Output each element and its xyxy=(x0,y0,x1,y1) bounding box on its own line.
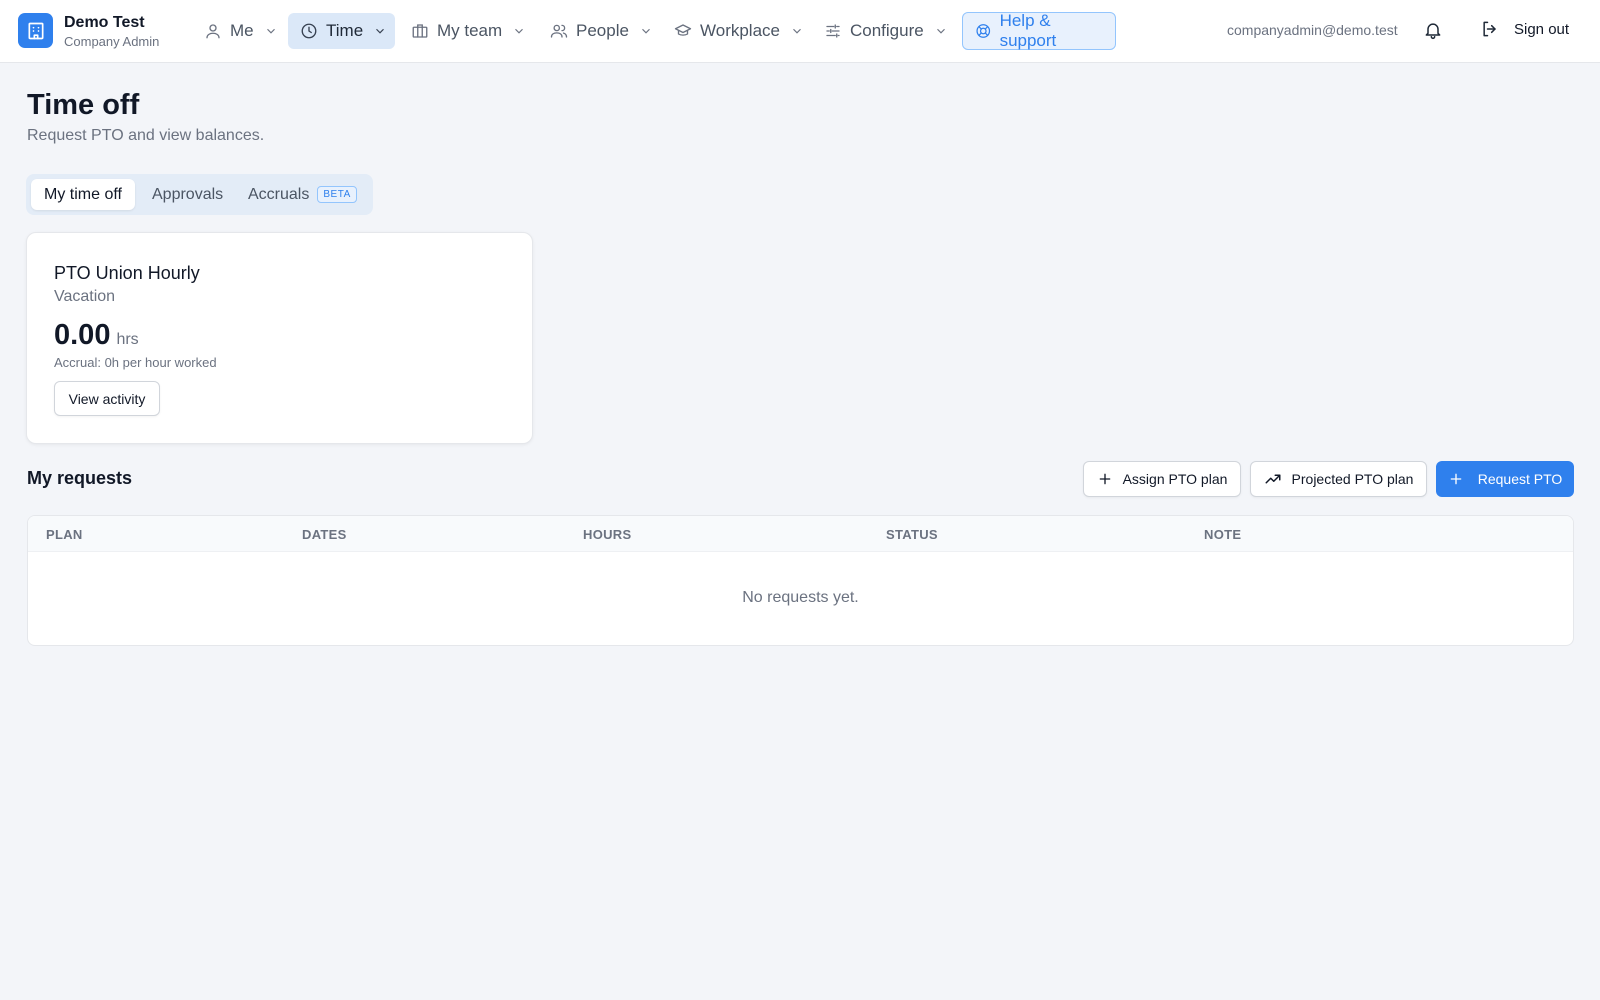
clock-icon xyxy=(301,23,317,39)
users-icon xyxy=(550,24,568,38)
lifebuoy-icon xyxy=(976,24,991,38)
chevron-down-icon xyxy=(936,28,945,34)
plus-icon xyxy=(1099,473,1110,485)
assign-pto-plan-label: Assign PTO plan xyxy=(1122,471,1228,487)
column-header-dates: DATES xyxy=(302,527,347,542)
column-header-status: STATUS xyxy=(886,527,938,542)
column-header-hours: HOURS xyxy=(583,527,632,542)
top-navigation-bar: Demo Test Company Admin Me Time My team … xyxy=(0,0,1600,63)
plus-icon xyxy=(1450,473,1462,485)
nav-me[interactable]: Me xyxy=(192,13,290,49)
chevron-down-icon xyxy=(376,28,385,34)
nav-configure-label: Configure xyxy=(850,21,924,40)
table-header: PLAN DATES HOURS STATUS NOTE xyxy=(28,516,1573,552)
user-icon xyxy=(206,24,220,39)
nav-workplace-label: Workplace xyxy=(700,21,780,40)
tab-my-time-off-label: My time off xyxy=(44,185,122,203)
user-role: Company Admin xyxy=(64,34,160,49)
nav-configure[interactable]: Configure xyxy=(812,13,960,49)
chevron-down-icon xyxy=(266,28,275,34)
my-requests-heading: My requests xyxy=(27,468,133,488)
user-email: companyadmin@demo.test xyxy=(1227,22,1398,38)
chevron-down-icon xyxy=(793,28,801,34)
help-support-label: Help & support xyxy=(999,11,1057,50)
sign-out-button[interactable]: Sign out xyxy=(1480,19,1569,39)
assign-pto-plan-button[interactable]: Assign PTO plan xyxy=(1083,461,1241,497)
request-pto-label: Request PTO xyxy=(1477,471,1563,487)
projected-pto-plan-label: Projected PTO plan xyxy=(1291,471,1414,487)
column-header-plan: PLAN xyxy=(46,527,83,542)
empty-state-message: No requests yet. xyxy=(742,589,859,606)
tab-accruals-label: Accruals xyxy=(248,185,310,203)
pto-balance: 0.00 hrs xyxy=(54,319,139,352)
view-activity-label: View activity xyxy=(68,390,146,407)
logout-icon xyxy=(1483,21,1496,37)
chevron-down-icon xyxy=(515,28,524,34)
nav-my-team[interactable]: My team xyxy=(399,13,538,49)
pto-accrual-rate: Accrual: 0h per hour worked xyxy=(54,355,217,370)
time-off-tabs: My time off Approvals Accruals BETA xyxy=(26,174,373,215)
company-name: Demo Test xyxy=(64,14,145,31)
column-header-note: NOTE xyxy=(1204,527,1242,542)
page-subtitle: Request PTO and view balances. xyxy=(27,127,265,144)
pto-balance-unit: hrs xyxy=(116,331,139,348)
tab-approvals-label: Approvals xyxy=(152,185,224,203)
nav-my-team-label: My team xyxy=(437,21,503,40)
building-icon[interactable] xyxy=(18,13,53,48)
trending-up-icon xyxy=(1265,474,1281,484)
nav-time[interactable]: Time xyxy=(288,13,395,49)
projected-pto-plan-button[interactable]: Projected PTO plan xyxy=(1250,461,1427,497)
help-support-button[interactable]: Help & support xyxy=(962,11,1116,50)
tab-approvals[interactable]: Approvals xyxy=(139,179,236,210)
pto-balance-card: PTO Union Hourly Vacation 0.00 hrs Accru… xyxy=(26,232,533,444)
beta-badge: BETA xyxy=(317,186,357,203)
pto-plan-type: Vacation xyxy=(54,288,116,305)
request-pto-button[interactable]: Request PTO xyxy=(1436,461,1574,497)
pto-plan-name: PTO Union Hourly xyxy=(54,263,200,283)
pto-balance-value: 0.00 xyxy=(54,319,111,351)
requests-table: PLAN DATES HOURS STATUS NOTE No requests… xyxy=(27,515,1574,646)
page-title: Time off xyxy=(27,89,140,121)
nav-people[interactable]: People xyxy=(538,13,665,49)
tab-my-time-off[interactable]: My time off xyxy=(31,179,135,210)
bell-icon[interactable] xyxy=(1423,20,1443,45)
tab-accruals[interactable]: Accruals BETA xyxy=(235,179,370,210)
nav-me-label: Me xyxy=(230,21,254,40)
view-activity-button[interactable]: View activity xyxy=(54,381,160,416)
nav-time-label: Time xyxy=(326,21,364,40)
nav-workplace[interactable]: Workplace xyxy=(662,13,816,49)
chevron-down-icon xyxy=(642,28,650,34)
sign-out-label: Sign out xyxy=(1514,20,1570,38)
nav-people-label: People xyxy=(576,21,629,40)
graduation-cap-icon xyxy=(674,24,692,36)
briefcase-icon xyxy=(412,24,428,38)
sliders-icon xyxy=(826,24,840,38)
